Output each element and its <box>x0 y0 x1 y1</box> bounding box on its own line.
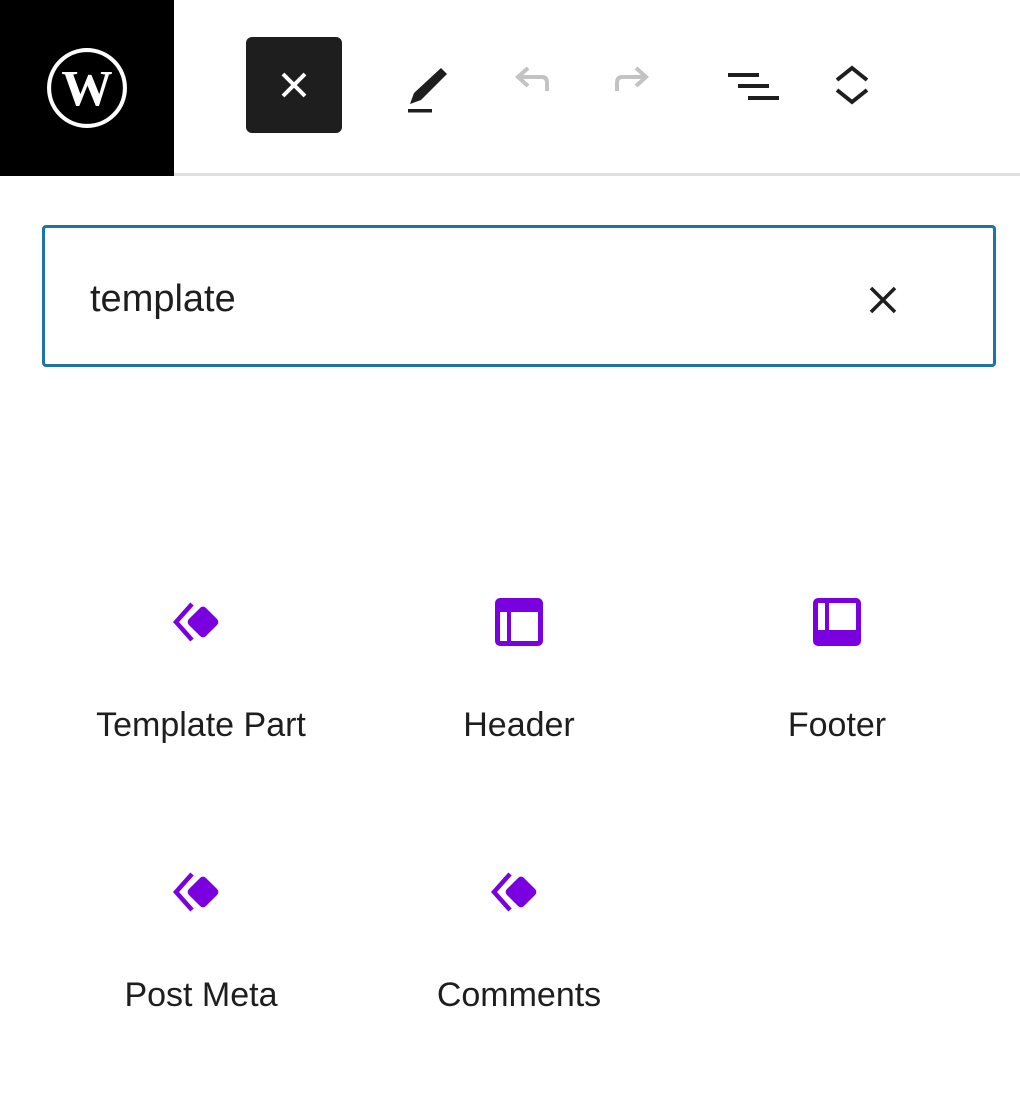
block-navigation-button[interactable] <box>804 37 900 133</box>
block-item-header[interactable]: Header <box>360 560 678 800</box>
header-divider <box>174 173 1020 176</box>
header-layout-icon <box>489 592 549 652</box>
block-item-footer[interactable]: Footer <box>678 560 996 800</box>
edit-tools-button[interactable] <box>372 37 468 133</box>
clear-search-button[interactable] <box>855 272 911 328</box>
template-part-icon <box>171 592 231 652</box>
undo-icon <box>515 66 549 91</box>
block-item-template-part[interactable]: Template Part <box>42 560 360 800</box>
footer-layout-icon <box>807 592 867 652</box>
list-view-button[interactable] <box>696 37 792 133</box>
template-part-icon <box>489 862 549 922</box>
redo-button[interactable] <box>588 37 684 133</box>
redo-icon <box>615 66 649 91</box>
wordpress-logo-icon: W <box>47 48 127 128</box>
block-item-label: Comments <box>436 976 602 1014</box>
list-view-icon <box>728 73 779 100</box>
block-item-label: Template Part <box>96 706 306 744</box>
chevron-up-down-icon <box>835 65 869 105</box>
block-item-comments[interactable]: Comments <box>360 830 678 1070</box>
close-icon <box>281 72 307 98</box>
wordpress-logo-button[interactable]: W <box>0 0 174 176</box>
undo-button[interactable] <box>480 37 576 133</box>
block-item-label: Header <box>463 706 575 744</box>
editor-header: W <box>0 0 1020 176</box>
close-icon <box>869 286 897 314</box>
block-search-field[interactable] <box>42 225 996 367</box>
close-inserter-button[interactable] <box>246 37 342 133</box>
block-item-label: Post Meta <box>124 976 278 1014</box>
template-part-icon <box>171 862 231 922</box>
block-search-input[interactable] <box>90 274 790 324</box>
block-item-label: Footer <box>787 706 887 744</box>
block-item-post-meta[interactable]: Post Meta <box>42 830 360 1070</box>
svg-text:W: W <box>61 60 112 117</box>
pencil-icon <box>408 68 447 113</box>
